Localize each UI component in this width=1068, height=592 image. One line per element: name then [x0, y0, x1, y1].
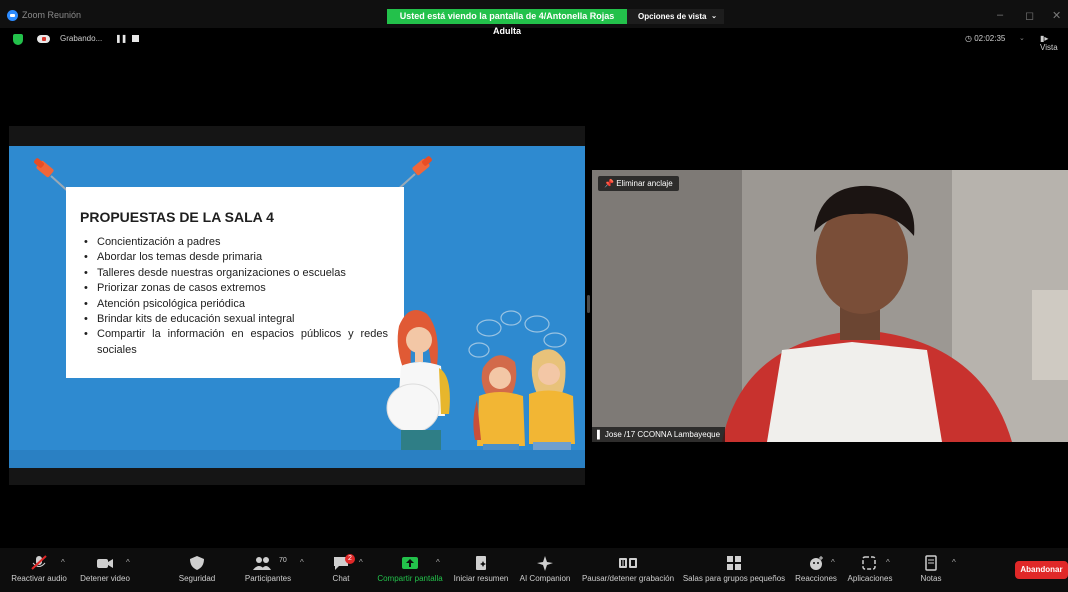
start-summary-button[interactable]: Iniciar resumen — [450, 552, 512, 590]
reactions-options-caret[interactable]: ^ — [831, 558, 835, 567]
pause-recording-icon[interactable]: ❚❚ — [115, 34, 127, 43]
slide-bottom-strip — [9, 450, 585, 468]
maximize-icon[interactable]: ◻ — [1025, 9, 1034, 22]
stop-video-button[interactable]: Detener video — [77, 552, 133, 590]
participants-icon — [253, 557, 271, 570]
apps-label: Aplicaciones — [847, 574, 893, 583]
signal-icon: ▌ — [597, 430, 603, 439]
close-icon[interactable]: ✕ — [1052, 9, 1061, 22]
ai-companion-button[interactable]: AI Companion — [516, 552, 574, 590]
list-item: Concientización a padres — [80, 235, 388, 251]
chat-label: Chat — [332, 574, 350, 583]
reactions-label: Reacciones — [795, 574, 837, 583]
notes-icon — [925, 555, 937, 571]
breakout-rooms-button[interactable]: Salas para grupos pequeños — [682, 552, 786, 590]
security-button[interactable]: Seguridad — [173, 552, 221, 590]
apps-icon — [862, 556, 876, 570]
list-item: Compartir la información en espacios púb… — [80, 327, 388, 358]
chevron-down-icon: ⌄ — [711, 13, 717, 20]
minimize-icon[interactable]: – — [997, 9, 1003, 21]
stop-video-label: Detener video — [80, 574, 130, 583]
participants-count: 70 — [279, 557, 287, 564]
pause-stop-icon — [619, 558, 637, 568]
video-camera-icon — [97, 559, 113, 568]
slide-title: PROPUESTAS DE LA SALA 4 — [80, 209, 274, 225]
notes-button[interactable]: Notas — [912, 552, 950, 590]
unpin-label: Eliminar anclaje — [616, 179, 673, 188]
view-options-label: Opciones de vista — [638, 12, 707, 21]
presentation-slide: PROPUESTAS DE LA SALA 4 Concientización … — [9, 146, 585, 468]
proposals-card: PROPUESTAS DE LA SALA 4 Concientización … — [66, 187, 404, 378]
apps-options-caret[interactable]: ^ — [886, 558, 890, 567]
notes-label: Notas — [920, 574, 942, 583]
view-button[interactable]: ▮▸ Vista — [1040, 34, 1068, 52]
list-item: Talleres desde nuestras organizaciones o… — [80, 266, 388, 282]
share-screen-label: Compartir pantalla — [377, 574, 443, 583]
participant-name: Jose /17 CCONNA Lambayeque — [604, 430, 721, 439]
security-shield-icon — [190, 556, 204, 570]
chat-button[interactable]: 2 Chat — [323, 552, 359, 590]
leave-meeting-button[interactable]: Abandonar — [1015, 561, 1068, 579]
participants-label: Participantes — [244, 574, 292, 583]
participant-name-tag: ▌ Jose /17 CCONNA Lambayeque — [592, 427, 726, 442]
list-item: Abordar los temas desde primaria — [80, 250, 388, 266]
title-bar: Zoom Reunión Usted está viendo la pantal… — [0, 0, 1068, 36]
cloud-recording-icon — [37, 35, 50, 43]
timer-value: 02:02:35 — [974, 34, 1006, 43]
notes-options-caret[interactable]: ^ — [952, 558, 956, 567]
meeting-timer: ◷ 02:02:35 — [965, 34, 1006, 43]
ai-companion-label: AI Companion — [519, 574, 571, 583]
list-item: Priorizar zonas de casos extremos — [80, 281, 388, 297]
chat-unread-badge: 2 — [345, 554, 355, 564]
zoom-logo-icon — [7, 10, 18, 21]
audio-options-caret[interactable]: ^ — [61, 558, 65, 567]
participants-options-caret[interactable]: ^ — [300, 558, 304, 567]
proposals-list: Concientización a padres Abordar los tem… — [80, 235, 388, 358]
breakout-rooms-icon — [727, 556, 741, 570]
video-frame — [592, 170, 1068, 442]
timer-caret-icon[interactable]: ⌄ — [1019, 34, 1025, 42]
illustration-people — [386, 310, 575, 468]
share-screen-icon — [402, 557, 418, 569]
recording-status: Grabando... — [60, 34, 103, 43]
security-label: Seguridad — [178, 574, 216, 583]
list-item: Atención psicológica periódica — [80, 297, 388, 313]
share-options-caret[interactable]: ^ — [436, 558, 440, 567]
breakout-rooms-label: Salas para grupos pequeños — [682, 574, 786, 583]
screen-share-banner: Usted está viendo la pantalla de 4/Anton… — [387, 9, 627, 36]
pause-stop-recording-button[interactable]: Pausar/detener grabación — [580, 552, 676, 590]
view-options-button[interactable]: Opciones de vista ⌄ — [627, 9, 724, 24]
unmute-label: Reactivar audio — [11, 574, 67, 583]
muted-microphone-icon — [31, 555, 47, 570]
shared-screen: PROPUESTAS DE LA SALA 4 Concientización … — [9, 126, 585, 485]
list-item: Brindar kits de educación sexual integra… — [80, 312, 388, 328]
start-summary-label: Iniciar resumen — [453, 574, 509, 583]
encryption-shield-icon[interactable] — [13, 34, 23, 45]
reactions-icon — [810, 556, 823, 570]
participants-button[interactable]: 70 Participantes — [238, 552, 298, 590]
stop-recording-icon[interactable] — [132, 35, 139, 42]
participant-video[interactable]: 📌 Eliminar anclaje ▌ Jose /17 CCONNA Lam… — [592, 170, 1068, 442]
window-title: Zoom Reunión — [22, 10, 82, 20]
view-label: Vista — [1040, 43, 1058, 52]
summary-icon — [476, 556, 486, 570]
sparkle-icon — [537, 556, 553, 571]
meeting-toolbar: Reactivar audio ^ Detener video ^ Seguri… — [0, 548, 1068, 592]
chat-options-caret[interactable]: ^ — [359, 558, 363, 567]
video-options-caret[interactable]: ^ — [126, 558, 130, 567]
unpin-button[interactable]: 📌 Eliminar anclaje — [598, 176, 679, 191]
pause-stop-recording-label: Pausar/detener grabación — [581, 574, 675, 583]
resize-handle[interactable] — [587, 295, 590, 313]
